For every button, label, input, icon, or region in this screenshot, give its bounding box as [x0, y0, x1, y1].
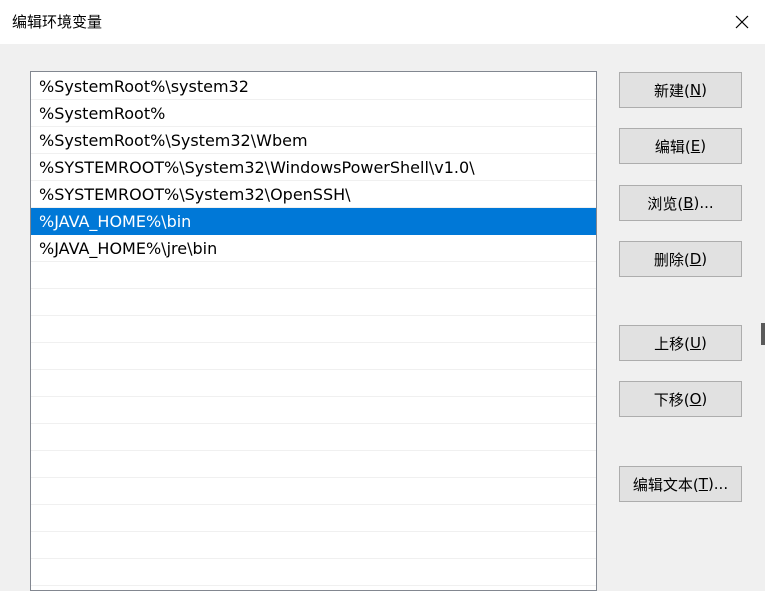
close-button[interactable] — [719, 0, 765, 44]
edit-button-accesskey: E — [690, 137, 701, 155]
list-item[interactable] — [31, 505, 596, 532]
browse-button[interactable]: 浏览(B)... — [619, 185, 742, 221]
list-item[interactable]: %SystemRoot% — [31, 100, 596, 127]
delete-button-label: 删除( — [653, 250, 690, 269]
browse-button-label: 浏览( — [647, 194, 684, 213]
move-up-button[interactable]: 上移(U) — [619, 325, 742, 361]
list-item[interactable] — [31, 262, 596, 289]
list-item[interactable]: %SYSTEMROOT%\System32\WindowsPowerShell\… — [31, 154, 596, 181]
list-item[interactable]: %SYSTEMROOT%\System32\OpenSSH\ — [31, 181, 596, 208]
edit-environment-variable-dialog: 编辑环境变量 %SystemRoot%\system32 %SystemRoot%… — [0, 0, 765, 591]
new-button-suffix: ) — [701, 81, 707, 99]
move-down-button-suffix: ) — [701, 390, 708, 408]
edit-text-button-accesskey: T — [698, 475, 708, 493]
browse-button-accesskey: B — [683, 194, 694, 212]
edit-button-suffix: ) — [700, 137, 707, 155]
new-button-accesskey: N — [689, 81, 702, 99]
window-edge-fragment — [761, 323, 765, 345]
dialog-title: 编辑环境变量 — [12, 13, 103, 31]
edit-button[interactable]: 编辑(E) — [619, 128, 742, 164]
new-button[interactable]: 新建(N) — [619, 72, 742, 108]
move-up-button-suffix: ) — [700, 334, 707, 352]
list-item[interactable] — [31, 559, 596, 586]
browse-button-suffix: )... — [693, 194, 714, 212]
move-up-button-label: 上移( — [654, 334, 690, 353]
move-down-button[interactable]: 下移(O) — [619, 381, 742, 417]
list-item[interactable] — [31, 424, 596, 451]
close-icon — [735, 15, 749, 29]
delete-button-accesskey: D — [689, 250, 702, 268]
move-down-button-accesskey: O — [689, 390, 702, 408]
list-item[interactable]: %SystemRoot%\System32\Wbem — [31, 127, 596, 154]
move-up-button-accesskey: U — [690, 334, 701, 352]
move-down-button-label: 下移( — [653, 390, 690, 409]
edit-text-button-suffix: )... — [707, 475, 729, 493]
list-item[interactable]: %JAVA_HOME%\bin — [31, 208, 596, 235]
list-item[interactable] — [31, 370, 596, 397]
list-item[interactable] — [31, 343, 596, 370]
new-button-label: 新建( — [654, 81, 690, 100]
title-bar: 编辑环境变量 — [0, 0, 765, 44]
list-item[interactable] — [31, 532, 596, 559]
list-item[interactable] — [31, 451, 596, 478]
list-item[interactable] — [31, 316, 596, 343]
list-item[interactable] — [31, 289, 596, 316]
edit-text-button[interactable]: 编辑文本(T)... — [619, 466, 742, 502]
list-item[interactable] — [31, 478, 596, 505]
path-list[interactable]: %SystemRoot%\system32 %SystemRoot% %System… — [30, 71, 597, 591]
delete-button[interactable]: 删除(D) — [619, 241, 742, 277]
delete-button-suffix: ) — [701, 250, 708, 268]
edit-text-button-label: 编辑文本( — [632, 475, 699, 494]
list-item[interactable]: %JAVA_HOME%\jre\bin — [31, 235, 596, 262]
list-item[interactable]: %SystemRoot%\system32 — [31, 73, 596, 100]
list-item[interactable] — [31, 397, 596, 424]
edit-button-label: 编辑( — [654, 137, 691, 156]
